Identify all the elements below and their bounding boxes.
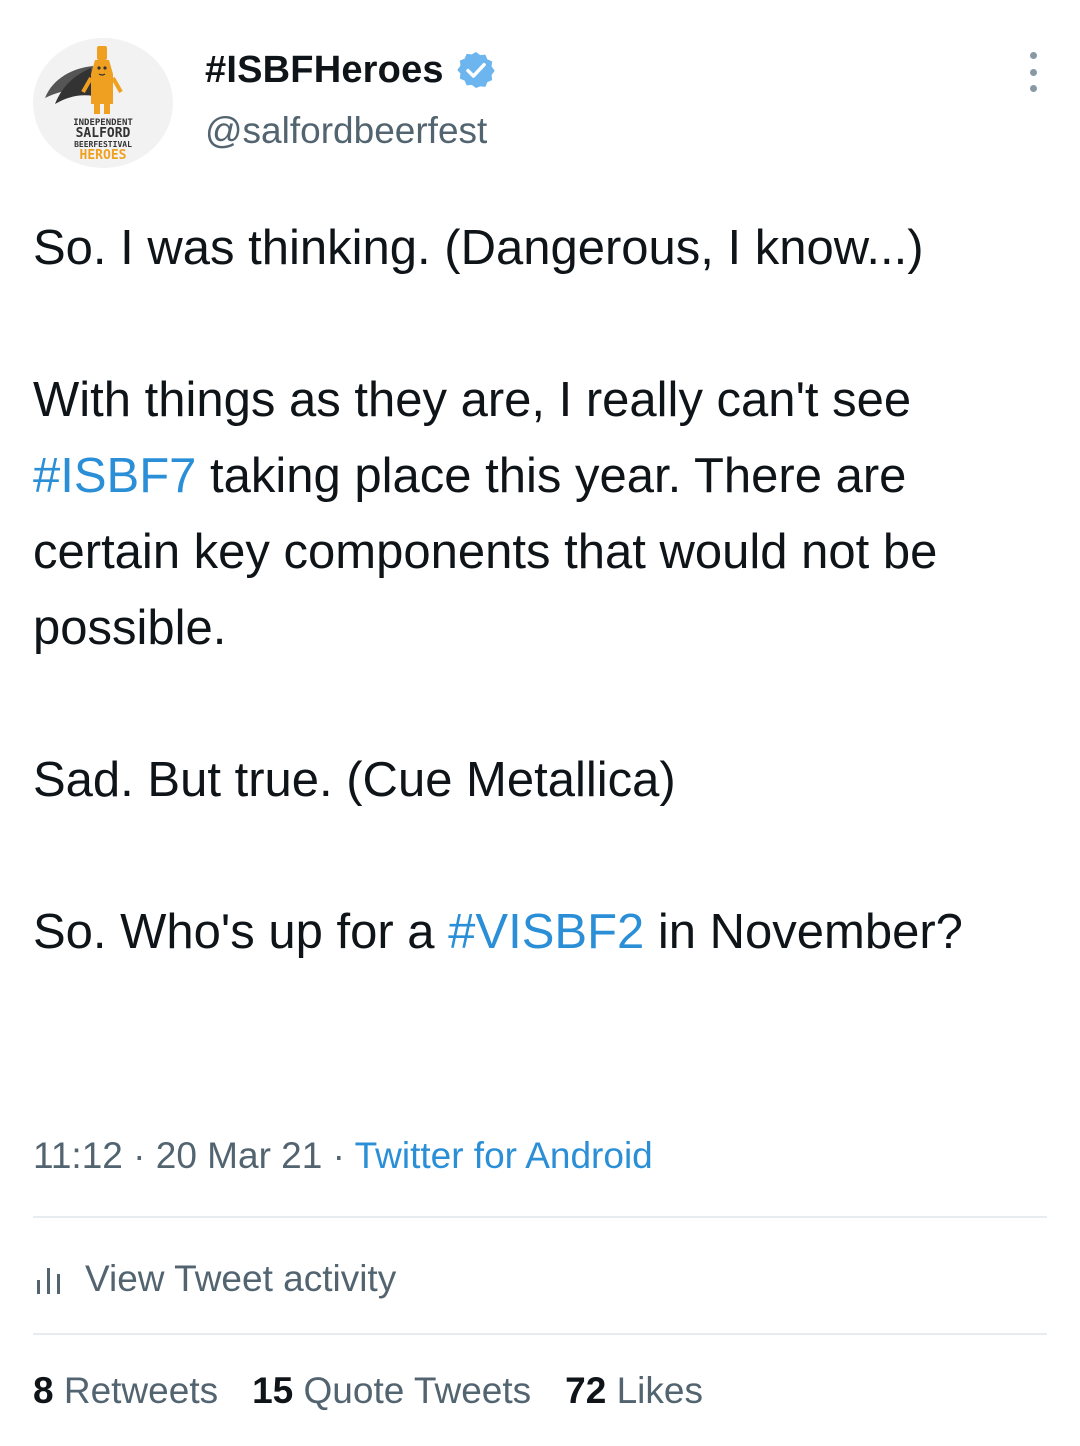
separator: · [122, 1135, 156, 1176]
quote-tweets-label: Quote Tweets [303, 1370, 532, 1411]
likes-stat[interactable]: 72 Likes [565, 1370, 703, 1412]
view-tweet-activity-button[interactable]: View Tweet activity [33, 1254, 396, 1304]
tweet-paragraph-2: With things as they are, I really can't … [33, 362, 1033, 666]
avatar[interactable]: INDEPENDENT SALFORD BEERFESTIVAL HEROES [33, 38, 173, 168]
likes-count: 72 [565, 1370, 607, 1411]
retweets-stat[interactable]: 8 Retweets [33, 1370, 218, 1412]
tweet-text: So. I was thinking. (Dangerous, I know..… [33, 210, 1033, 970]
tweet-paragraph-3: Sad. But true. (Cue Metallica) [33, 753, 676, 807]
bar-chart-icon [37, 1268, 60, 1294]
tweet-date[interactable]: 20 Mar 21 [156, 1135, 323, 1176]
hashtag-link[interactable]: #ISBF7 [33, 449, 196, 503]
separator: · [322, 1135, 355, 1176]
display-name[interactable]: #ISBFHeroes [205, 49, 444, 92]
quote-tweets-stat[interactable]: 15 Quote Tweets [252, 1370, 531, 1412]
name-row: #ISBFHeroes [205, 43, 498, 97]
tweet-header: INDEPENDENT SALFORD BEERFESTIVAL HEROES … [33, 38, 1047, 168]
tweet-text-segment: So. Who's up for a [33, 905, 449, 959]
tweet-source-link[interactable]: Twitter for Android [355, 1135, 653, 1176]
tweet-paragraph-1: So. I was thinking. (Dangerous, I know..… [33, 221, 924, 275]
svg-text:HEROES: HEROES [80, 148, 127, 163]
divider [33, 1216, 1047, 1218]
tweet-detail: INDEPENDENT SALFORD BEERFESTIVAL HEROES … [0, 0, 1080, 1446]
tweet-time[interactable]: 11:12 [33, 1135, 123, 1176]
tweet-stats: 8 Retweets 15 Quote Tweets 72 Likes [33, 1370, 737, 1412]
user-handle[interactable]: @salfordbeerfest [205, 110, 487, 152]
retweets-count: 8 [33, 1370, 54, 1411]
divider [33, 1333, 1047, 1335]
likes-label: Likes [616, 1370, 703, 1411]
tweet-paragraph-4: So. Who's up for a #VISBF2 in November? [33, 894, 1033, 970]
tweet-text-segment: in November? [644, 905, 963, 959]
quote-tweets-count: 15 [252, 1370, 294, 1411]
tweet-text-segment: With things as they are, I really can't … [33, 373, 912, 427]
hashtag-link[interactable]: #VISBF2 [448, 905, 644, 959]
svg-text:SALFORD: SALFORD [76, 126, 131, 141]
retweets-label: Retweets [63, 1370, 219, 1411]
isbf-heroes-logo-icon: INDEPENDENT SALFORD BEERFESTIVAL HEROES [45, 46, 133, 163]
more-vertical-icon[interactable] [1021, 52, 1045, 92]
tweet-meta: 11:12 · 20 Mar 21 · Twitter for Android [33, 1135, 653, 1177]
verified-badge-icon [457, 52, 495, 88]
view-tweet-activity-label: View Tweet activity [85, 1258, 397, 1299]
